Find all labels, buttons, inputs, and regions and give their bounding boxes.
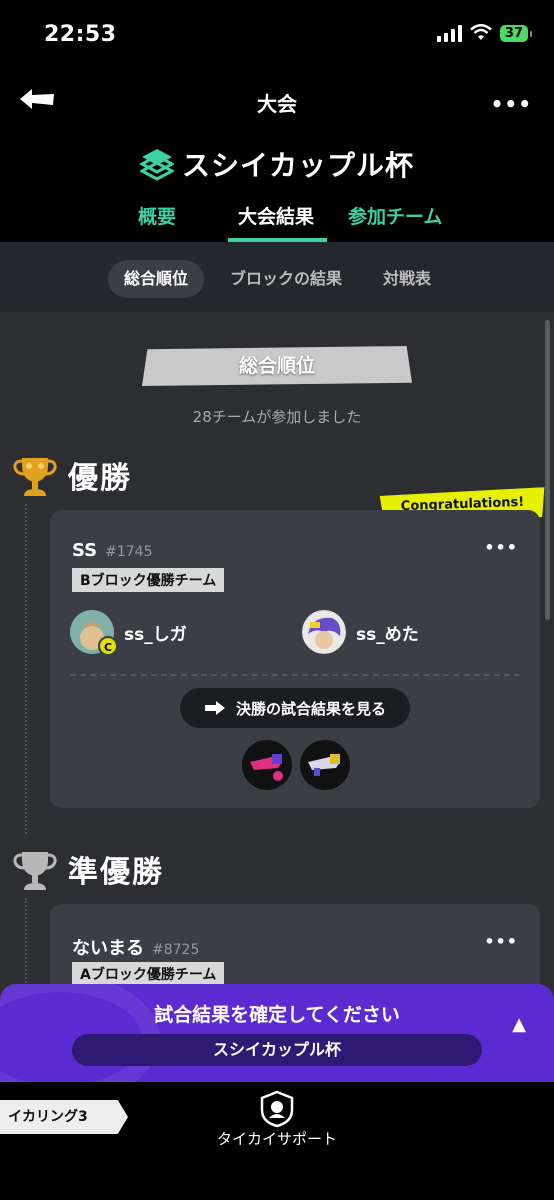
signal-icon: [436, 24, 462, 42]
winner-heading: 優勝: [12, 452, 132, 498]
timeline-line: [25, 504, 27, 834]
member-1[interactable]: C ss_しガ: [70, 610, 187, 656]
tab-results[interactable]: 大会結果: [238, 202, 314, 229]
tournament-logo-icon: [139, 149, 174, 181]
avatar: C: [70, 610, 118, 656]
block-winner-badge: Aブロック優勝チーム: [72, 962, 225, 986]
battery-indicator: 37: [499, 24, 533, 42]
subtab-block-results[interactable]: ブロックの結果: [218, 260, 354, 298]
status-icons: 37: [436, 24, 533, 42]
card-divider: [70, 674, 520, 676]
team-count: 28チームが参加しました: [192, 408, 362, 426]
weapon-icon: [300, 740, 350, 790]
winner-title: 優勝: [68, 461, 132, 496]
tournament-heading: スシイカップル杯: [0, 144, 554, 184]
runner-up-title: 準優勝: [68, 855, 164, 890]
more-options-icon[interactable]: •••: [491, 92, 532, 116]
team-name: SS: [72, 540, 98, 561]
tournament-support-icon[interactable]: [258, 1090, 296, 1128]
team-name: ないまる: [72, 938, 144, 959]
weapon-icon: [242, 740, 292, 790]
member-2[interactable]: ss_めた: [302, 610, 419, 654]
confirm-message: 試合結果を確定してください: [154, 1004, 400, 1026]
section-title: 総合順位: [238, 355, 315, 377]
confirm-results-banner[interactable]: 試合結果を確定してください スシイカップル杯 ▲: [0, 984, 554, 1082]
view-final-results-label: 決勝の試合結果を見る: [235, 699, 386, 718]
banner-decoration: [0, 984, 160, 1082]
wifi-icon: [470, 24, 492, 40]
card-more-icon[interactable]: •••: [484, 538, 518, 557]
scrollbar[interactable]: [545, 320, 550, 620]
captain-badge: C: [98, 636, 118, 656]
sub-tabs: 総合順位 ブロックの結果 対戦表: [0, 242, 554, 312]
ranking-content[interactable]: 総合順位 28チームが参加しました 優勝 Congratulations! SS…: [0, 312, 554, 1082]
header: 大会 ••• スシイカップル杯 概要 大会結果 参加チーム: [0, 72, 554, 242]
block-winner-badge: Bブロック優勝チーム: [72, 568, 225, 592]
team-id: #8725: [152, 942, 200, 958]
team-id: #1745: [105, 544, 153, 560]
member-name: ss_めた: [356, 624, 419, 645]
tournament-support-label[interactable]: タイカイサポート: [0, 1128, 554, 1149]
tournament-name: スシイカップル杯: [181, 149, 414, 182]
arrow-right-icon: [204, 701, 225, 715]
inkling-avatar-icon: [302, 610, 346, 654]
banner-tournament-name: スシイカップル杯: [72, 1034, 482, 1066]
status-time: 22:53: [44, 22, 117, 47]
view-final-results-button[interactable]: 決勝の試合結果を見る: [180, 688, 410, 728]
avatar: [302, 610, 346, 654]
silver-trophy-icon: [13, 852, 57, 890]
main-tabs: 概要 大会結果 参加チーム: [0, 202, 554, 242]
subtab-bracket[interactable]: 対戦表: [370, 260, 444, 298]
team-name-row: SS #1745: [72, 540, 152, 561]
card-more-icon[interactable]: •••: [484, 932, 518, 951]
runner-up-heading: 準優勝: [12, 846, 164, 892]
footer: イカリング3 タイカイサポート: [0, 1082, 554, 1200]
tab-overview[interactable]: 概要: [138, 202, 176, 229]
status-bar: 22:53 37: [0, 0, 554, 72]
winner-card: SS #1745 ••• Bブロック優勝チーム C ss_しガ ss_めた 決勝…: [50, 510, 540, 808]
subtab-overall-ranking[interactable]: 総合順位: [108, 260, 204, 298]
expand-up-icon[interactable]: ▲: [512, 1014, 526, 1035]
team-name-row: ないまる #8725: [72, 934, 199, 960]
page-title: 大会: [257, 92, 297, 116]
tab-teams[interactable]: 参加チーム: [348, 202, 442, 229]
gold-trophy-icon: [13, 458, 57, 496]
member-name: ss_しガ: [124, 624, 187, 645]
